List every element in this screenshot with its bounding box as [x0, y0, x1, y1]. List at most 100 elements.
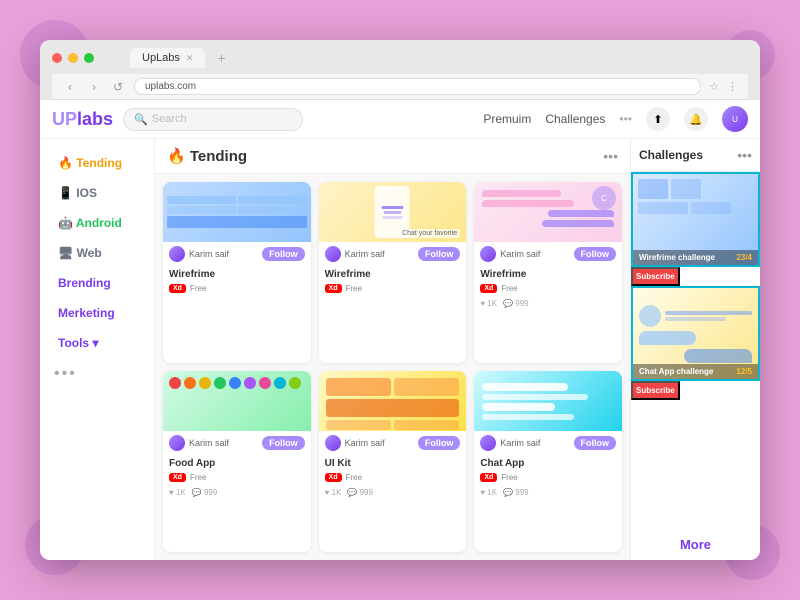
card-3-image: C: [474, 182, 622, 242]
sidebar: 🔥 Tending 📱 IOS 🤖 Android 🖥 Web Brending: [40, 139, 155, 560]
back-button[interactable]: ‹: [62, 79, 78, 95]
browser-tab[interactable]: UpLabs ✕: [130, 48, 205, 68]
chat-bubble: [482, 200, 574, 207]
stat-comments: 💬 999: [503, 299, 529, 308]
app-content: UPlabs 🔍 Search Premuim Challenges ••• ⬆…: [40, 100, 760, 560]
sidebar-item-ios[interactable]: 📱 IOS: [44, 179, 150, 207]
challenges-more-dots[interactable]: •••: [737, 147, 752, 163]
card-3-title: Wirefrime: [474, 266, 622, 282]
tools-label: Tools ▾: [58, 336, 98, 350]
food-dot: [274, 377, 286, 389]
card-4-tag: Xd: [169, 473, 186, 482]
ch-row: [639, 305, 752, 327]
cards-grid: Karim saif Follow Wirefrime Xd Free: [155, 174, 630, 560]
ui-element: [394, 378, 459, 396]
url-bar[interactable]: uplabs.com: [134, 78, 701, 95]
ch-lines: [665, 311, 752, 321]
card-3-author: Karim saif: [500, 249, 569, 259]
challenges-header: Challenges •••: [631, 139, 760, 172]
sidebar-item-android[interactable]: 🤖 Android: [44, 209, 150, 237]
minimize-dot[interactable]: [68, 53, 78, 63]
card-2-meta: Karim saif Follow: [319, 242, 467, 266]
sidebar-item-merketing[interactable]: Merketing: [44, 299, 150, 327]
ch-block: [691, 202, 731, 214]
chat-ui-mock: [478, 375, 618, 427]
challenge-card-1: Wirefrime challenge 23/4 Subscribe: [631, 172, 760, 286]
more-icon[interactable]: ⋮: [727, 80, 738, 93]
search-bar[interactable]: 🔍 Search: [123, 108, 303, 131]
sidebar-item-tending[interactable]: 🔥 Tending: [44, 149, 150, 177]
card-2-image: Chat your favorite: [319, 182, 467, 242]
card-4-follow[interactable]: Follow: [262, 436, 305, 450]
food-dot: [259, 377, 271, 389]
tending-title: 🔥 Tending: [167, 147, 247, 165]
sidebar-item-web[interactable]: 🖥 Web: [44, 239, 150, 267]
card-5-follow[interactable]: Follow: [418, 436, 461, 450]
wf-box: [167, 206, 236, 214]
card-1-free: Free: [190, 284, 206, 293]
upload-button[interactable]: ⬆: [646, 107, 670, 131]
challenges-title: Challenges: [639, 148, 703, 162]
web-label: 🖥 Web: [58, 246, 102, 260]
ch-circle: [639, 305, 661, 327]
card-4-avatar: [169, 435, 185, 451]
challenge-2-name: Chat App challenge: [639, 367, 713, 376]
card-1-image: [163, 182, 311, 242]
card-5-meta: Karim saif Follow: [319, 431, 467, 455]
card-5-tag: Xd: [325, 473, 342, 482]
notifications-button[interactable]: 🔔: [684, 107, 708, 131]
card-5-free: Free: [346, 473, 362, 482]
wf-box: [167, 216, 307, 228]
challenge-2-subscribe[interactable]: Subscribe: [631, 381, 680, 400]
challenge-1-subscribe[interactable]: Subscribe: [631, 267, 680, 286]
challenge-2-image: Chat App challenge 12/5: [631, 286, 760, 381]
phone-line: [382, 216, 402, 219]
card-4-image: [163, 371, 311, 431]
card-1-title: Wirefrime: [163, 266, 311, 282]
sidebar-dots[interactable]: •••: [40, 359, 154, 389]
card-6-follow[interactable]: Follow: [574, 436, 617, 450]
card-4: Karim saif Follow Food App Xd Free ♥ 1K …: [163, 371, 311, 552]
sidebar-item-brending[interactable]: Brending: [44, 269, 150, 297]
header-nav: Premuim Challenges ••• ⬆ 🔔 U: [483, 106, 748, 132]
card-1-meta: Karim saif Follow: [163, 242, 311, 266]
tab-close-icon[interactable]: ✕: [186, 53, 194, 64]
card-1-tags: Xd Free: [163, 282, 311, 297]
bookmark-icon[interactable]: ☆: [709, 80, 719, 93]
challenges-more-button[interactable]: More: [631, 529, 760, 560]
card-3-tag: Xd: [480, 284, 497, 293]
close-dot[interactable]: [52, 53, 62, 63]
ch-bubbles: [639, 331, 752, 345]
card-3-follow[interactable]: Follow: [574, 247, 617, 261]
avatar-initials: U: [732, 115, 738, 124]
card-1-follow[interactable]: Follow: [262, 247, 305, 261]
forward-button[interactable]: ›: [86, 79, 102, 95]
card-6-author: Karim saif: [500, 438, 569, 448]
challenge-card-2: Chat App challenge 12/5 Subscribe: [631, 286, 760, 400]
search-placeholder: Search: [152, 113, 187, 125]
card-6-image: [474, 371, 622, 431]
maximize-dot[interactable]: [84, 53, 94, 63]
card-2-follow[interactable]: Follow: [418, 247, 461, 261]
nav-challenges[interactable]: Challenges: [545, 112, 605, 126]
challenge-1-image: Wirefrime challenge 23/4: [631, 172, 760, 267]
tending-more-dots[interactable]: •••: [603, 148, 618, 164]
ch-block: [638, 202, 688, 214]
tending-label: 🔥 Tending: [58, 156, 122, 170]
user-avatar[interactable]: U: [722, 106, 748, 132]
sidebar-item-tools[interactable]: Tools ▾: [44, 329, 150, 357]
search-icon: 🔍: [134, 113, 148, 126]
new-tab-icon[interactable]: +: [217, 50, 225, 66]
merketing-label: Merketing: [58, 306, 115, 320]
card-5-title: UI Kit: [319, 455, 467, 471]
card-2-tag: Xd: [325, 284, 342, 293]
nav-premium[interactable]: Premuim: [483, 112, 531, 126]
header-more-dots[interactable]: •••: [619, 112, 632, 126]
refresh-button[interactable]: ↺: [110, 79, 126, 95]
tending-header: 🔥 Tending •••: [155, 139, 630, 174]
card-5-image: [319, 371, 467, 431]
food-dot: [199, 377, 211, 389]
card-6-title: Chat App: [474, 455, 622, 471]
card-5-stats: ♥ 1K 💬 999: [319, 486, 467, 501]
card-3-tags: Xd Free: [474, 282, 622, 297]
